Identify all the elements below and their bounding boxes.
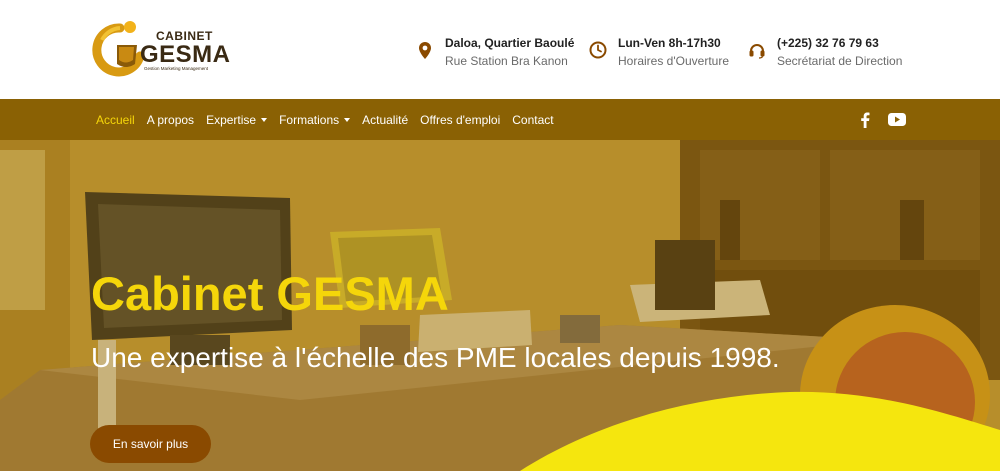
nav-item-contact[interactable]: Contact [512, 113, 553, 127]
nav-label: Actualité [362, 112, 409, 127]
social-links [855, 99, 919, 140]
nav-item-expertise[interactable]: Expertise [206, 112, 268, 127]
hours-title: Lun-Ven 8h-17h30 [618, 36, 721, 50]
map-pin-icon [415, 40, 435, 60]
logo-tagline: Gestion Marketing Management [144, 66, 209, 71]
contact-hours: Lun-Ven 8h-17h30 Horaires d'Ouverture [588, 36, 729, 69]
nav-menu: Accueil A propos Expertise Formations Ac… [96, 99, 566, 140]
caret-down-icon [344, 117, 351, 122]
nav-item-actualite[interactable]: Actualité [362, 113, 408, 127]
nav-label: Formations [279, 112, 340, 127]
nav-label: Contact [512, 112, 554, 127]
site-header: CABINET GESMA Gestion Marketing Manageme… [0, 0, 1000, 99]
contact-phone: (+225) 32 76 79 63 Secrétariat de Direct… [747, 36, 902, 69]
learn-more-button[interactable]: En savoir plus [90, 425, 211, 463]
address-title: Daloa, Quartier Baoulé [445, 36, 575, 50]
nav-label: Accueil [96, 112, 135, 127]
nav-item-formations[interactable]: Formations [279, 112, 351, 127]
clock-icon [588, 40, 608, 60]
address-subtitle: Rue Station Bra Kanon [445, 54, 568, 68]
logo-text-gesma: GESMA [140, 41, 231, 68]
hours-subtitle: Horaires d'Ouverture [618, 54, 729, 68]
caret-down-icon [261, 117, 268, 122]
main-navbar: Accueil A propos Expertise Formations Ac… [0, 99, 1000, 140]
nav-label: Expertise [206, 112, 257, 127]
brand-logo[interactable]: CABINET GESMA Gestion Marketing Manageme… [90, 18, 230, 80]
nav-label: Offres d'emploi [420, 112, 501, 127]
phone-title[interactable]: (+225) 32 76 79 63 [777, 36, 902, 51]
phone-subtitle: Secrétariat de Direction [777, 54, 903, 68]
youtube-icon[interactable] [887, 110, 907, 130]
nav-item-offres-emploi[interactable]: Offres d'emploi [420, 113, 500, 127]
headset-icon [747, 40, 767, 60]
hero-title: Cabinet GESMA [91, 267, 449, 320]
nav-item-a-propos[interactable]: A propos [147, 113, 194, 127]
nav-label: A propos [146, 112, 195, 127]
hero-subtitle: Une expertise à l'échelle des PME locale… [91, 342, 780, 373]
hero-section: Cabinet GESMA Une expertise à l'échelle … [0, 140, 1000, 471]
facebook-icon[interactable] [855, 110, 875, 130]
contact-address: Daloa, Quartier Baoulé Rue Station Bra K… [415, 36, 574, 69]
nav-item-accueil[interactable]: Accueil [96, 113, 135, 127]
